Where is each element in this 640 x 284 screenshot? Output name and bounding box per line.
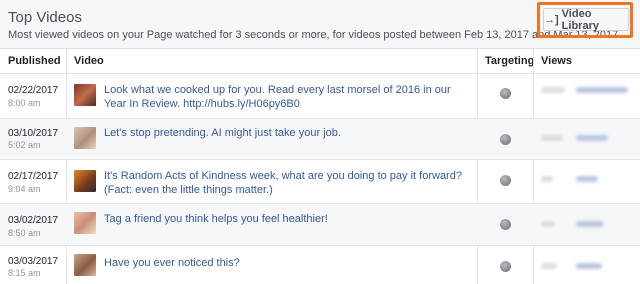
globe-icon [500, 261, 511, 272]
published-time: 8:50 am [8, 228, 41, 238]
video-thumbnail[interactable] [74, 254, 96, 276]
table-row[interactable]: 03/02/2017 8:50 am Tag a friend you thin… [0, 204, 640, 246]
published-time: 5:02 am [8, 140, 41, 150]
table-row[interactable]: 03/03/2017 8:15 am Have you ever noticed… [0, 246, 640, 284]
page-title: Top Videos [8, 9, 82, 26]
published-time: 9:04 am [8, 184, 41, 194]
views-obscured [541, 221, 555, 227]
video-library-button[interactable]: →] Video Library [543, 7, 629, 32]
video-title-link[interactable]: Tag a friend you think helps you feel he… [104, 212, 474, 226]
published-time: 8:15 am [8, 268, 41, 278]
published-date: 03/03/2017 [8, 256, 59, 267]
column-published[interactable]: Published [0, 49, 61, 73]
video-thumbnail[interactable] [74, 170, 96, 192]
views-obscured [541, 176, 553, 182]
published-date: 03/10/2017 [8, 128, 59, 139]
page-subtitle: Most viewed videos on your Page watched … [8, 29, 622, 41]
views-bar-obscured [576, 87, 628, 93]
published-date: 03/02/2017 [8, 215, 59, 226]
video-thumbnail[interactable] [74, 84, 96, 106]
video-library-label: Video Library [561, 7, 599, 32]
views-obscured [541, 135, 563, 141]
views-obscured [541, 87, 565, 93]
globe-icon [500, 88, 511, 99]
table-row[interactable]: 02/22/2017 8:00 am Look what we cooked u… [0, 74, 640, 119]
globe-icon [500, 134, 511, 145]
published-date: 02/22/2017 [8, 85, 59, 96]
login-arrow-icon: →] [544, 13, 559, 26]
video-thumbnail[interactable] [74, 212, 96, 234]
published-time: 8:00 am [8, 98, 41, 108]
globe-icon [500, 175, 511, 186]
video-title-link[interactable]: Let's stop pretending. AI might just tak… [104, 126, 474, 140]
globe-icon [500, 219, 511, 230]
video-title-link[interactable]: Look what we cooked up for you. Read eve… [104, 83, 474, 111]
views-bar-obscured [576, 221, 604, 227]
column-targeting[interactable]: Targeting [477, 49, 534, 73]
published-date: 02/17/2017 [8, 171, 59, 182]
views-bar-obscured [576, 135, 608, 141]
table-row[interactable]: 03/10/2017 5:02 am Let's stop pretending… [0, 119, 640, 160]
video-title-link[interactable]: It's Random Acts of Kindness week, what … [104, 169, 474, 197]
table-row[interactable]: 02/17/2017 9:04 am It's Random Acts of K… [0, 160, 640, 204]
column-video[interactable]: Video [66, 49, 104, 73]
video-title-link[interactable]: Have you ever noticed this? [104, 256, 474, 270]
table-header: Published Video Targeting Views [0, 48, 640, 74]
views-bar-obscured [576, 176, 598, 182]
views-obscured [541, 263, 557, 269]
video-thumbnail[interactable] [74, 127, 96, 149]
column-views[interactable]: Views [533, 49, 572, 73]
views-bar-obscured [576, 263, 602, 269]
